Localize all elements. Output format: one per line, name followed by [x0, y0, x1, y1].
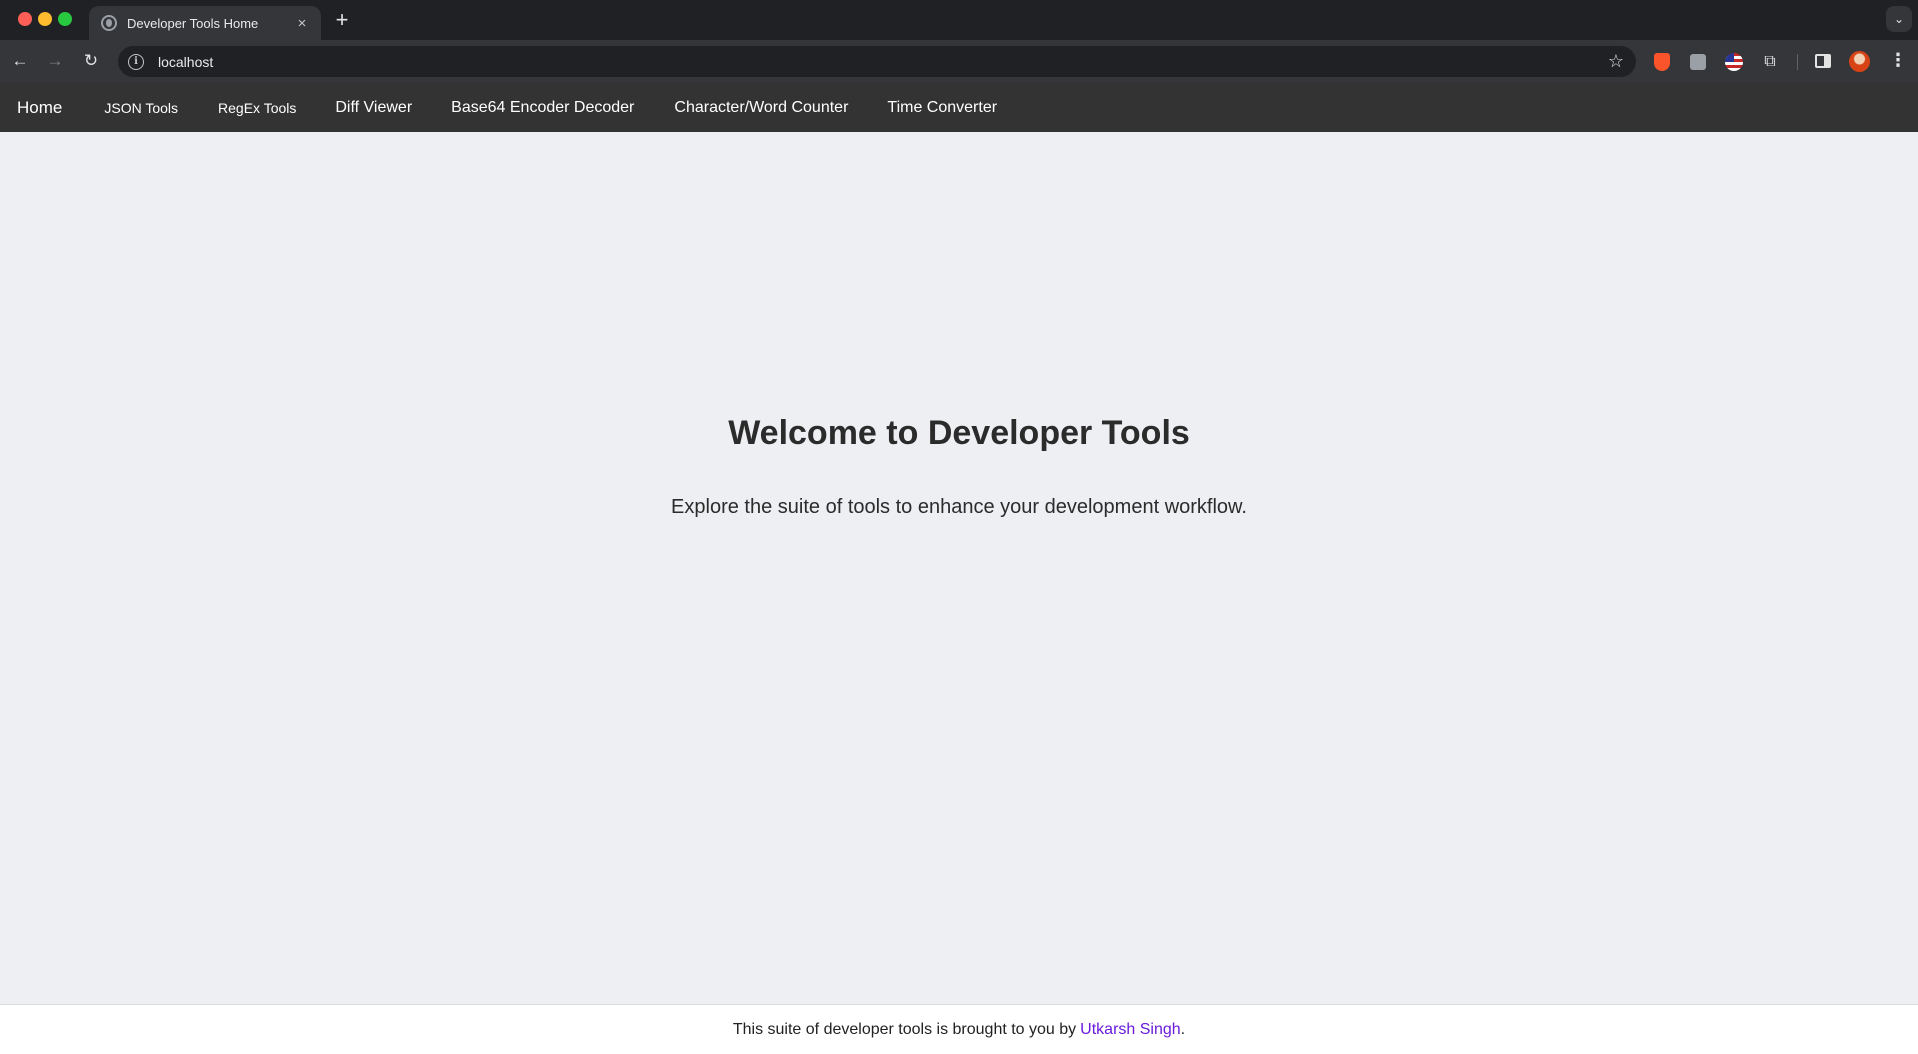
profile-avatar[interactable] — [1849, 51, 1870, 72]
browser-tab-active[interactable]: Developer Tools Home × — [89, 6, 321, 40]
extension-icon[interactable] — [1688, 52, 1708, 72]
nav-json-tools[interactable]: JSON Tools — [104, 100, 178, 116]
back-arrow-icon[interactable]: ← — [8, 49, 32, 73]
author-link[interactable]: Utkarsh Singh — [1080, 1021, 1181, 1039]
nav-time-converter[interactable]: Time Converter — [887, 99, 997, 117]
tab-search-button[interactable]: ⌄ — [1886, 6, 1912, 32]
side-panel-icon[interactable] — [1815, 54, 1831, 68]
page-title: Welcome to Developer Tools — [728, 414, 1190, 452]
nav-base64-encoder-decoder[interactable]: Base64 Encoder Decoder — [451, 99, 634, 117]
footer-text: This suite of developer tools is brought… — [732, 1020, 1077, 1038]
tab-title: Developer Tools Home — [127, 15, 259, 31]
main-content: Welcome to Developer Tools Explore the s… — [0, 132, 1918, 1004]
page-subtitle: Explore the suite of tools to enhance yo… — [671, 496, 1247, 518]
browser-menu-icon[interactable]: ⋮ — [1889, 50, 1907, 71]
footer-period: . — [1180, 1020, 1186, 1038]
new-tab-button[interactable]: + — [332, 7, 352, 33]
flag-extension-icon[interactable] — [1724, 52, 1744, 72]
browser-tab-strip: Developer Tools Home × + ⌄ — [0, 0, 1918, 40]
app-navbar: Home JSON Tools RegEx Tools Diff Viewer … — [0, 83, 1918, 132]
address-bar[interactable]: i localhost ☆ — [118, 46, 1636, 77]
nav-character-word-counter[interactable]: Character/Word Counter — [674, 99, 848, 117]
tab-close-icon[interactable]: × — [293, 15, 311, 32]
globe-icon — [101, 15, 117, 31]
nav-home[interactable]: Home — [17, 98, 62, 118]
url-text[interactable]: localhost — [158, 54, 1608, 70]
reload-icon[interactable]: ↻ — [79, 49, 103, 73]
page-footer: This suite of developer tools is brought… — [0, 1004, 1918, 1054]
site-info-icon[interactable]: i — [128, 53, 144, 70]
nav-regex-tools[interactable]: RegEx Tools — [218, 100, 296, 116]
brave-shield-icon[interactable] — [1652, 52, 1672, 72]
bookmark-star-icon[interactable]: ☆ — [1608, 51, 1624, 72]
window-close-button[interactable] — [18, 12, 32, 26]
extensions-puzzle-icon[interactable]: ⧉ — [1760, 52, 1780, 72]
browser-toolbar: ← → ↻ i localhost ☆ ⧉ ⋮ — [0, 40, 1918, 83]
toolbar-divider — [1797, 54, 1798, 70]
forward-arrow-icon[interactable]: → — [43, 49, 67, 73]
nav-diff-viewer[interactable]: Diff Viewer — [335, 99, 412, 117]
window-maximize-button[interactable] — [58, 12, 72, 26]
window-minimize-button[interactable] — [38, 12, 52, 26]
